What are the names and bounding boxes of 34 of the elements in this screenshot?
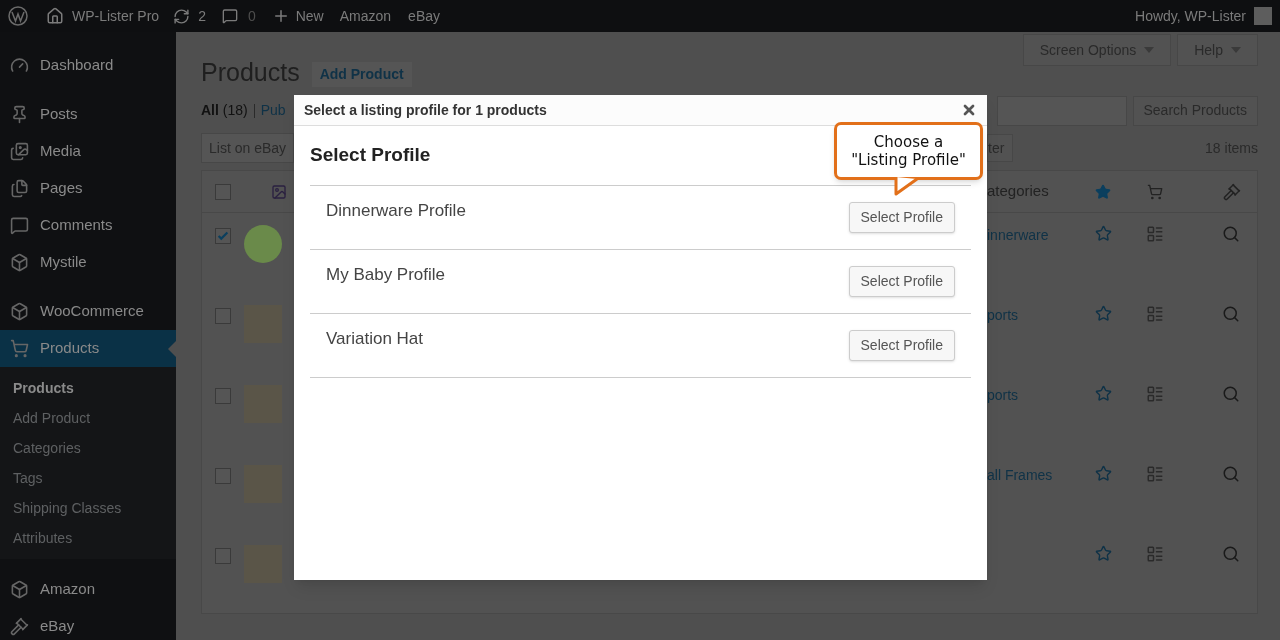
profile-name: My Baby Profile — [326, 264, 446, 286]
sidebar-item[interactable]: Comments — [0, 207, 176, 244]
select-profile-button[interactable]: Select Profile — [848, 266, 955, 297]
comments-count[interactable]: 0 — [247, 5, 256, 27]
greeting-link[interactable]: Howdy, WP-Lister — [1135, 5, 1246, 27]
select-profile-button[interactable]: Select Profile — [848, 202, 955, 233]
submenu-item[interactable]: Attributes — [0, 523, 176, 553]
sidebar-item[interactable]: Products — [0, 330, 176, 367]
sidebar-item[interactable]: Posts — [0, 96, 176, 133]
new-link[interactable]: New — [295, 5, 324, 27]
dialog-heading: Select Profile — [310, 143, 431, 168]
updates-count[interactable]: 2 — [198, 5, 206, 27]
callout-text: "Listing Profile" — [851, 151, 966, 169]
menu-link[interactable]: eBay — [408, 5, 440, 27]
menu-link[interactable]: Amazon — [339, 5, 392, 27]
site-link[interactable]: WP-Lister Pro — [72, 5, 160, 27]
submenu-item[interactable]: Add Product — [0, 403, 176, 433]
sidebar-item[interactable]: Mystile — [0, 244, 176, 281]
submenu-item[interactable]: Products — [0, 373, 176, 403]
sidebar-item[interactable]: Amazon — [0, 571, 176, 608]
submenu-item[interactable]: Tags — [0, 463, 176, 493]
sidebar-item[interactable]: eBay — [0, 608, 176, 640]
submenu-item[interactable]: Categories — [0, 433, 176, 463]
sidebar-item[interactable]: WooCommerce — [0, 293, 176, 330]
select-profile-button[interactable]: Select Profile — [848, 330, 955, 361]
callout-text: Choose a — [873, 133, 944, 151]
profile-name: Variation Hat — [326, 328, 423, 350]
sidebar-item[interactable]: Pages — [0, 170, 176, 207]
submenu-item[interactable]: Shipping Classes — [0, 493, 176, 523]
sidebar-item[interactable]: Dashboard — [0, 47, 176, 84]
sidebar-item[interactable]: Media — [0, 133, 176, 170]
profile-name: Dinnerware Profile — [326, 200, 466, 222]
dialog-title: Select a listing profile for 1 products — [304, 100, 548, 120]
view-link[interactable]: All (18) — [201, 100, 248, 121]
